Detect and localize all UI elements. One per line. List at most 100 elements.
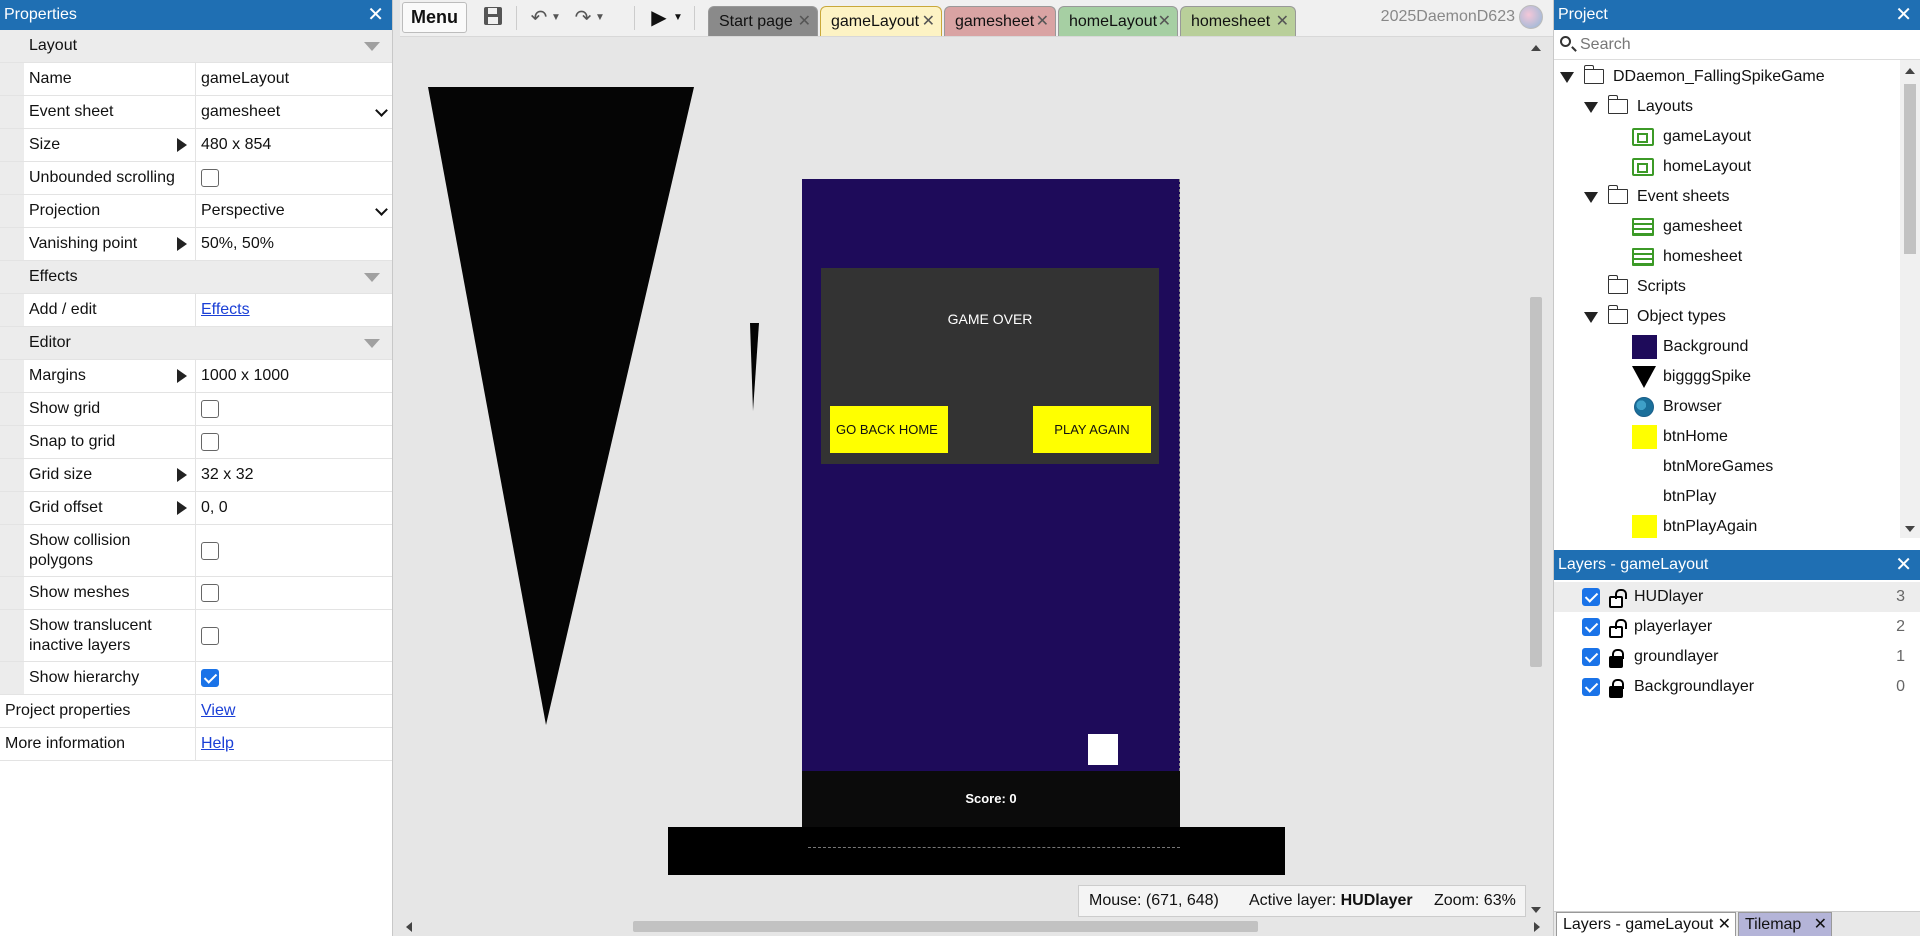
layer-visible-checkbox[interactable] bbox=[1582, 618, 1600, 636]
prop-vanishing-label[interactable]: Vanishing point bbox=[24, 228, 196, 260]
layer-row-backgroundlayer[interactable]: Backgroundlayer 0 bbox=[1554, 672, 1920, 702]
chevron-down-icon[interactable]: ▼ bbox=[594, 6, 606, 30]
project-scrollbar[interactable] bbox=[1900, 60, 1920, 538]
scroll-thumb[interactable] bbox=[1530, 297, 1542, 667]
show-hierarchy-checkbox[interactable] bbox=[201, 669, 219, 687]
lock-icon[interactable] bbox=[1609, 649, 1624, 668]
expand-icon[interactable] bbox=[1560, 72, 1574, 83]
ground[interactable] bbox=[668, 827, 1285, 875]
close-icon[interactable]: ✕ bbox=[1718, 913, 1731, 936]
tab-homelayout[interactable]: homeLayout ✕ bbox=[1058, 6, 1178, 36]
close-icon[interactable]: ✕ bbox=[1895, 550, 1912, 580]
scroll-down-icon[interactable] bbox=[1905, 526, 1915, 532]
prop-size-value[interactable]: 480 x 854 bbox=[196, 129, 392, 161]
collapse-icon[interactable] bbox=[364, 42, 380, 51]
tab-tilemap[interactable]: Tilemap ✕ bbox=[1738, 912, 1832, 936]
expand-icon[interactable] bbox=[177, 468, 187, 482]
go-back-home-button[interactable]: GO BACK HOME bbox=[830, 406, 948, 453]
expand-icon[interactable] bbox=[1584, 102, 1598, 113]
section-editor[interactable]: Editor bbox=[0, 327, 392, 360]
tab-gamesheet[interactable]: gamesheet ✕ bbox=[944, 6, 1056, 36]
play-icon[interactable]: ▶ bbox=[646, 6, 672, 30]
user-name[interactable]: 2025DaemonD623 bbox=[1381, 8, 1515, 26]
search-input[interactable]: Search bbox=[1580, 36, 1631, 54]
scroll-up-icon[interactable] bbox=[1531, 45, 1541, 51]
layer-visible-checkbox[interactable] bbox=[1582, 588, 1600, 606]
close-icon[interactable]: ✕ bbox=[367, 0, 384, 30]
prop-grid-offset-label[interactable]: Grid offset bbox=[24, 492, 196, 524]
snap-to-grid-checkbox[interactable] bbox=[201, 433, 219, 451]
chevron-down-icon[interactable]: ▼ bbox=[672, 6, 684, 30]
close-icon[interactable]: ✕ bbox=[1158, 7, 1171, 37]
scroll-down-icon[interactable] bbox=[1531, 907, 1541, 913]
menu-button[interactable]: Menu bbox=[402, 2, 467, 33]
tree-folder-event-sheets[interactable]: Event sheets bbox=[1554, 182, 1894, 212]
player-square[interactable] bbox=[1088, 734, 1118, 765]
view-link[interactable]: View bbox=[201, 702, 235, 720]
prop-size-label[interactable]: Size bbox=[24, 129, 196, 161]
scroll-thumb[interactable] bbox=[1904, 84, 1916, 254]
tab-layers[interactable]: Layers - gameLayout ✕ bbox=[1556, 912, 1736, 936]
redo-icon[interactable]: ↷ bbox=[570, 6, 596, 30]
unlock-icon[interactable] bbox=[1609, 619, 1627, 638]
prop-grid-offset-value[interactable]: 0, 0 bbox=[196, 492, 392, 524]
close-icon[interactable]: ✕ bbox=[1036, 7, 1049, 37]
layer-row-groundlayer[interactable]: groundlayer 1 bbox=[1554, 642, 1920, 672]
tree-item-homesheet[interactable]: homesheet bbox=[1554, 242, 1894, 272]
tree-item-btnmoregames[interactable]: btnMoreGames bbox=[1554, 452, 1894, 482]
tree-item-homelayout[interactable]: homeLayout bbox=[1554, 152, 1894, 182]
event-sheet-select[interactable]: gamesheet bbox=[196, 96, 392, 128]
project-search[interactable]: Search bbox=[1554, 30, 1920, 60]
prop-margins-label[interactable]: Margins bbox=[24, 360, 196, 392]
collapse-icon[interactable] bbox=[364, 339, 380, 348]
tree-item-btnplayagain[interactable]: btnPlayAgain bbox=[1554, 512, 1894, 538]
tree-item-btnhome[interactable]: btnHome bbox=[1554, 422, 1894, 452]
show-collision-checkbox[interactable] bbox=[201, 541, 219, 560]
close-icon[interactable]: ✕ bbox=[1814, 913, 1827, 936]
scroll-left-icon[interactable] bbox=[406, 922, 412, 932]
close-icon[interactable]: ✕ bbox=[922, 7, 935, 37]
expand-icon[interactable] bbox=[177, 369, 187, 383]
show-meshes-checkbox[interactable] bbox=[201, 584, 219, 602]
tree-folder-layouts[interactable]: Layouts bbox=[1554, 92, 1894, 122]
save-icon[interactable] bbox=[480, 6, 506, 30]
prop-vanishing-value[interactable]: 50%, 50% bbox=[196, 228, 392, 260]
scroll-up-icon[interactable] bbox=[1905, 68, 1915, 74]
help-link[interactable]: Help bbox=[201, 735, 234, 753]
prop-margins-value[interactable]: 1000 x 1000 bbox=[196, 360, 392, 392]
section-layout[interactable]: Layout bbox=[0, 30, 392, 63]
vertical-scrollbar[interactable] bbox=[1526, 37, 1546, 921]
show-grid-checkbox[interactable] bbox=[201, 400, 219, 418]
close-icon[interactable]: ✕ bbox=[1895, 0, 1912, 30]
projection-select[interactable]: Perspective bbox=[196, 195, 392, 227]
scroll-thumb[interactable] bbox=[633, 921, 1258, 932]
layer-visible-checkbox[interactable] bbox=[1582, 648, 1600, 666]
expand-icon[interactable] bbox=[177, 501, 187, 515]
tree-root[interactable]: DDaemon_FallingSpikeGame bbox=[1554, 62, 1894, 92]
close-icon[interactable]: ✕ bbox=[1276, 7, 1289, 37]
tab-start-page[interactable]: Start page ✕ bbox=[708, 6, 818, 36]
chevron-down-icon[interactable]: ▼ bbox=[550, 6, 562, 30]
big-spike[interactable] bbox=[428, 87, 696, 727]
undo-icon[interactable]: ↶ bbox=[526, 6, 552, 30]
tree-item-biggggspike[interactable]: biggggSpike bbox=[1554, 362, 1894, 392]
tree-folder-scripts[interactable]: Scripts bbox=[1554, 272, 1894, 302]
prop-name-value[interactable]: gameLayout bbox=[196, 63, 392, 95]
tree-item-browser[interactable]: Browser bbox=[1554, 392, 1894, 422]
layer-visible-checkbox[interactable] bbox=[1582, 678, 1600, 696]
expand-icon[interactable] bbox=[177, 138, 187, 152]
horizontal-scrollbar[interactable] bbox=[400, 917, 1546, 936]
tab-homesheet[interactable]: homesheet ✕ bbox=[1180, 6, 1296, 36]
lock-icon[interactable] bbox=[1609, 679, 1624, 698]
tree-item-background[interactable]: Background bbox=[1554, 332, 1894, 362]
tree-item-gamelayout[interactable]: gameLayout bbox=[1554, 122, 1894, 152]
scroll-right-icon[interactable] bbox=[1534, 922, 1540, 932]
show-translucent-checkbox[interactable] bbox=[201, 626, 219, 645]
tree-folder-object-types[interactable]: Object types bbox=[1554, 302, 1894, 332]
prop-grid-size-value[interactable]: 32 x 32 bbox=[196, 459, 392, 491]
tree-item-btnplay[interactable]: btnPlay bbox=[1554, 482, 1894, 512]
close-icon[interactable]: ✕ bbox=[798, 7, 811, 37]
layout-canvas[interactable]: GAME OVER GO BACK HOME PLAY AGAIN Score:… bbox=[400, 37, 1526, 921]
expand-icon[interactable] bbox=[177, 237, 187, 251]
collapse-icon[interactable] bbox=[364, 273, 380, 282]
